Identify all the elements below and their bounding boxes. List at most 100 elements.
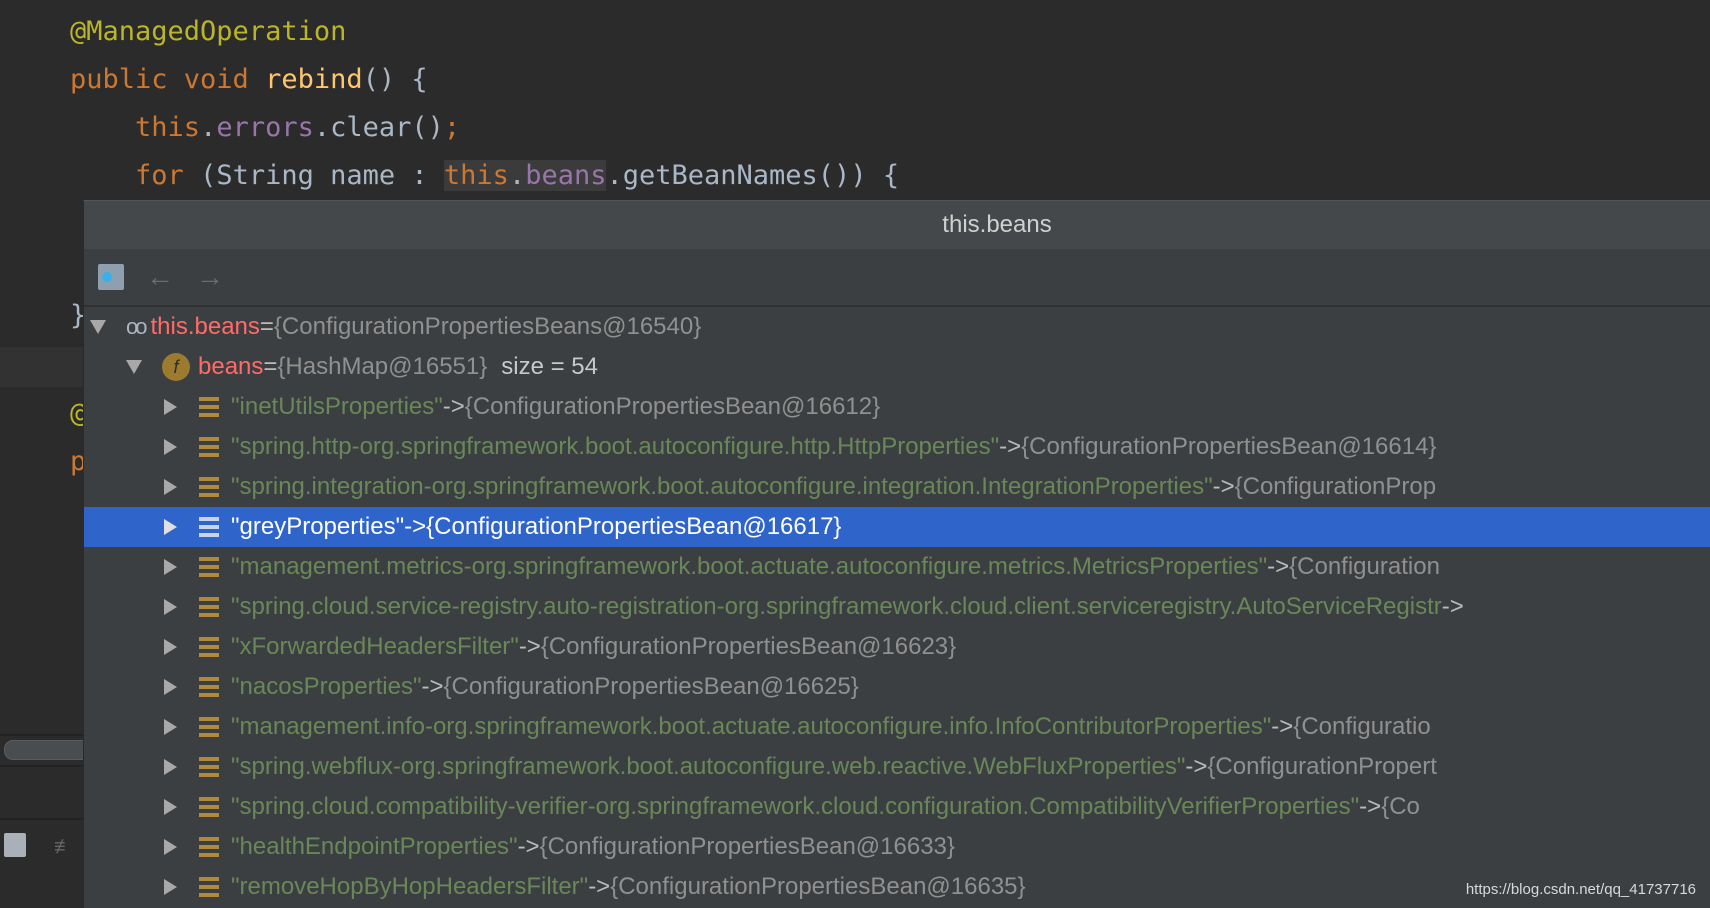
entry-value: {Configuration — [1289, 553, 1440, 580]
entry-arrow: -> — [1212, 473, 1235, 500]
collapse-icon[interactable] — [90, 320, 106, 334]
entry-arrow: -> — [1359, 793, 1382, 820]
map-entry-icon — [199, 837, 219, 857]
entry-arrow: -> — [1185, 753, 1208, 780]
entry-key: "removeHopByHopHeadersFilter" — [231, 873, 589, 900]
entry-arrow: -> — [1271, 713, 1294, 740]
entry-value: {ConfigurationPropertiesBean@16625} — [443, 673, 859, 700]
entry-key: "spring.integration-org.springframework.… — [231, 473, 1213, 500]
map-entry-row[interactable]: "spring.integration-org.springframework.… — [84, 467, 1710, 507]
entry-key: "xForwardedHeadersFilter" — [231, 633, 519, 660]
popup-title: this.beans — [84, 201, 1710, 249]
map-entry-icon — [199, 517, 219, 537]
calculator-icon[interactable] — [4, 833, 26, 857]
code-line-1: @ManagedOperation — [70, 16, 347, 47]
entry-value: {ConfigurationPropertiesBean@16635} — [610, 873, 1026, 900]
entry-key: "nacosProperties" — [231, 673, 422, 700]
map-entry-row[interactable]: "nacosProperties" -> {ConfigurationPrope… — [84, 667, 1710, 707]
watermark: https://blog.csdn.net/qq_41737716 — [1465, 881, 1696, 898]
map-entry-icon — [199, 797, 219, 817]
map-entry-row[interactable]: "xForwardedHeadersFilter" -> {Configurat… — [84, 627, 1710, 667]
entry-value: {ConfigurationProp — [1234, 473, 1437, 500]
entry-arrow: -> — [404, 513, 427, 540]
entry-key: "healthEndpointProperties" — [231, 833, 518, 860]
map-entry-icon — [199, 437, 219, 457]
expand-icon[interactable] — [164, 599, 177, 615]
tree-row-field[interactable]: f beans = {HashMap@16551} size = 54 — [84, 347, 1710, 387]
divider — [0, 818, 83, 820]
entry-value: {ConfigurationPropertiesBean@16614} — [1021, 433, 1437, 460]
map-entry-icon — [199, 717, 219, 737]
map-entry-row[interactable]: "spring.webflux-org.springframework.boot… — [84, 747, 1710, 787]
entry-value: {ConfigurationPropert — [1207, 753, 1437, 780]
expand-icon[interactable] — [164, 759, 177, 775]
entry-value: {ConfigurationPropertiesBean@16612} — [464, 393, 881, 420]
entry-arrow: -> — [518, 633, 541, 660]
map-entry-icon — [199, 597, 219, 617]
code-line-2: public void rebind() { — [70, 64, 428, 95]
entry-value: {ConfigurationPropertiesBean@16633} — [539, 833, 955, 860]
forward-button[interactable]: → — [196, 261, 224, 293]
current-line-highlight — [0, 347, 90, 387]
watch-glasses-icon: oo — [126, 314, 148, 339]
expand-icon[interactable] — [164, 879, 177, 895]
entry-arrow: -> — [588, 873, 611, 900]
map-entry-row[interactable]: "spring.cloud.compatibility-verifier-org… — [84, 787, 1710, 827]
expand-icon[interactable] — [164, 799, 177, 815]
entry-key: "greyProperties" — [231, 513, 405, 540]
expand-icon[interactable] — [164, 439, 177, 455]
entry-key: "inetUtilsProperties" — [231, 393, 443, 420]
map-entry-icon — [199, 477, 219, 497]
entry-value: {ConfigurationPropertiesBean@16623} — [540, 633, 957, 660]
map-entry-row[interactable]: "spring.cloud.service-registry.auto-regi… — [84, 587, 1710, 627]
entry-value: {Co — [1381, 793, 1420, 820]
expand-icon[interactable] — [164, 519, 177, 535]
map-entry-icon — [199, 877, 219, 897]
map-entry-row[interactable]: "management.metrics-org.springframework.… — [84, 547, 1710, 587]
collapse-icon[interactable] — [126, 360, 142, 374]
entry-arrow: -> — [1267, 553, 1290, 580]
entry-value: {Configuratio — [1293, 713, 1431, 740]
map-entry-icon — [199, 637, 219, 657]
tree-row-root[interactable]: oo this.beans = {ConfigurationProperties… — [84, 307, 1710, 347]
entry-key: "spring.cloud.compatibility-verifier-org… — [231, 793, 1360, 820]
map-entry-icon — [199, 677, 219, 697]
map-entry-icon — [199, 557, 219, 577]
entry-arrow: -> — [421, 673, 444, 700]
entry-key: "spring.webflux-org.springframework.boot… — [231, 753, 1186, 780]
map-entry-row[interactable]: "healthEndpointProperties" -> {Configura… — [84, 827, 1710, 867]
watch-folder-icon[interactable] — [98, 264, 124, 290]
expand-icon[interactable] — [164, 719, 177, 735]
entry-arrow: -> — [442, 393, 465, 420]
entry-arrow: -> — [1441, 593, 1464, 620]
entry-key: "management.info-org.springframework.boo… — [231, 713, 1272, 740]
variables-tree: oo this.beans = {ConfigurationProperties… — [84, 307, 1710, 907]
entry-arrow: -> — [999, 433, 1022, 460]
hovered-expression[interactable]: this.beans — [443, 160, 607, 191]
back-button[interactable]: ← — [146, 261, 174, 293]
expand-icon[interactable] — [164, 639, 177, 655]
entry-value: {ConfigurationPropertiesBean@16617} — [426, 513, 842, 540]
code-line-3: this.errors.clear(); — [135, 112, 461, 143]
popup-toolbar: ← → — [84, 249, 1710, 307]
expand-icon[interactable] — [164, 679, 177, 695]
entry-key: "management.metrics-org.springframework.… — [231, 553, 1268, 580]
map-entry-row[interactable]: "management.info-org.springframework.boo… — [84, 707, 1710, 747]
map-entry-icon — [199, 757, 219, 777]
evaluate-popup: this.beans ← → oo this.beans = {Configur… — [83, 200, 1710, 908]
expand-icon[interactable] — [164, 559, 177, 575]
entry-key: "spring.cloud.service-registry.auto-regi… — [231, 593, 1442, 620]
code-line-4: for (String name : this.beans.getBeanNam… — [135, 160, 900, 191]
map-entry-row[interactable]: "inetUtilsProperties" -> {ConfigurationP… — [84, 387, 1710, 427]
divider — [0, 734, 83, 736]
map-entry-icon — [199, 397, 219, 417]
expand-icon[interactable] — [164, 479, 177, 495]
filter-icon[interactable]: ≢ — [54, 836, 74, 859]
expand-icon[interactable] — [164, 399, 177, 415]
entry-key: "spring.http-org.springframework.boot.au… — [231, 433, 1000, 460]
editor-code[interactable]: @ManagedOperation public void rebind() {… — [70, 8, 899, 200]
map-entry-row[interactable]: "spring.http-org.springframework.boot.au… — [84, 427, 1710, 467]
expand-icon[interactable] — [164, 839, 177, 855]
map-entry-row[interactable]: "greyProperties" -> {ConfigurationProper… — [84, 507, 1710, 547]
field-icon: f — [162, 353, 190, 381]
